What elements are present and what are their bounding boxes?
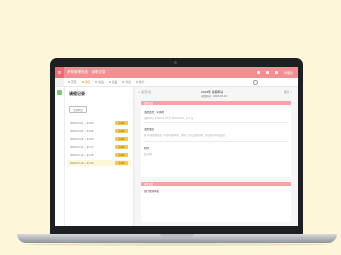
back-link[interactable]: < 返回列表 — [138, 90, 151, 94]
list-item[interactable]: 2018-03-19 ~ 03-20 待审批 — [67, 160, 131, 166]
tab-icon — [81, 81, 84, 83]
tab-icon — [95, 81, 98, 83]
list-item[interactable]: 2018-03-15 ~ 03-16 待审批 — [67, 152, 131, 158]
status-badge: 待审批 — [115, 153, 128, 157]
tab-icon — [136, 81, 139, 83]
user-menu[interactable]: 管理员 — [284, 71, 293, 75]
leave-type-field: 请假类型：年休假 请假时间：2018-03-19 至 2018-03-20，共 … — [144, 110, 193, 120]
nav-bar: 首页 请假 加班 出差 外出 统计 — [55, 78, 298, 87]
field-value: 家中有事需要处理，申请年休假两天，期间工作已交接给同事，紧急事务可电话联系。 — [144, 134, 228, 137]
list-item[interactable]: 2018-03-08 ~ 03-09 待审批 — [67, 136, 131, 142]
app-title: 考勤管理系统 · 请假记录 — [67, 70, 106, 74]
approval-section: 审批流程 部门经理审批 — [141, 182, 291, 222]
nav-tabs: 首页 请假 加班 出差 外出 统计 — [68, 80, 145, 84]
status-badge: 待审批 — [115, 129, 128, 133]
section-header: 审批流程 — [141, 182, 291, 186]
rail-home-icon[interactable] — [57, 90, 62, 95]
field-value: 请假时间：2018-03-19 至 2018-03-20，共 2 天 — [144, 117, 194, 120]
filter-button[interactable]: 全部状态 — [69, 106, 87, 113]
attachment-field: 附件 暂无附件 — [144, 146, 153, 156]
bell-icon[interactable] — [256, 71, 260, 74]
record-date: 2018-03-12 ~ 03-13 — [70, 145, 94, 149]
section-header: 请假信息 — [141, 101, 291, 105]
app-topbar: ≡ 考勤管理系统 · 请假记录 管理员 — [55, 67, 298, 78]
laptop-shadow — [26, 243, 328, 246]
tab-label: 请假 — [84, 80, 91, 84]
record-date: 2018-03-08 ~ 03-09 — [70, 137, 94, 141]
field-label: 部门经理审批 — [144, 190, 160, 193]
status-badge: 待审批 — [115, 145, 128, 149]
tab-icon — [122, 81, 125, 83]
mail-icon[interactable] — [265, 71, 269, 74]
record-date: 2018-03-15 ~ 03-16 — [70, 153, 94, 157]
record-date: 2018-03-05 ~ 03-06 — [70, 129, 94, 133]
list-panel: 请假记录 全部状态 2018-03-01 ~ 03-02 待审批 2018-03-0… — [65, 87, 134, 226]
nav-tab[interactable]: 加班 — [95, 80, 104, 84]
status-badge: 待审批 — [115, 121, 128, 125]
nav-tab[interactable]: 外出 — [122, 80, 131, 84]
divider — [144, 122, 288, 123]
status-badge: 待审批 — [115, 161, 128, 165]
tab-icon — [68, 81, 70, 83]
approval-step: 部门经理审批 — [144, 189, 159, 193]
tab-icon — [108, 81, 111, 83]
list-item[interactable]: 2018-03-05 ~ 03-06 待审批 — [67, 128, 131, 134]
info-section: 请假信息 请假类型：年休假 请假时间：2018-03-19 至 2018-03-… — [141, 101, 291, 177]
topbar-actions: 管理员 — [256, 71, 298, 75]
nav-tab[interactable]: 请假 — [81, 80, 91, 84]
field-value: 暂无附件 — [144, 153, 153, 156]
left-rail — [55, 87, 65, 226]
search-icon[interactable] — [253, 79, 258, 85]
divider — [144, 141, 288, 142]
list-item[interactable]: 2018-03-01 ~ 03-02 待审批 — [67, 120, 131, 126]
laptop-notch — [160, 234, 194, 237]
list-item[interactable]: 2018-03-12 ~ 03-13 待审批 — [67, 144, 131, 150]
status-badge: 待审批 — [115, 137, 128, 141]
detail-panel: < 返回列表 2018年 请假申请 申请时间：2018-03-19 撤销 > 请… — [135, 87, 298, 226]
field-label: 请假类型：年休假 — [144, 111, 165, 114]
record-date: 2018-03-19 ~ 03-20 — [70, 161, 94, 165]
background: ≡ 考勤管理系统 · 请假记录 管理员 首页 请假 加班 出差 外出 统计 请假记录 全部… — [0, 0, 341, 255]
nav-tab[interactable]: 首页 — [68, 80, 77, 84]
settings-icon[interactable] — [274, 71, 278, 74]
list-title: 请假记录 — [69, 91, 85, 96]
tab-label: 统计 — [139, 80, 145, 84]
laptop-base — [17, 234, 337, 243]
laptop-screen: ≡ 考勤管理系统 · 请假记录 管理员 首页 请假 加班 出差 外出 统计 请假记录 全部… — [55, 67, 298, 226]
nav-tab[interactable]: 出差 — [108, 80, 118, 84]
tab-label: 首页 — [71, 80, 77, 84]
field-label: 请假事由 — [144, 128, 155, 131]
tab-label: 外出 — [125, 80, 132, 84]
detail-subtitle: 申请时间：2018-03-19 — [201, 95, 227, 98]
nav-spacer — [55, 78, 64, 86]
tab-label: 出差 — [111, 80, 118, 84]
nav-tab[interactable]: 统计 — [136, 80, 145, 84]
record-date: 2018-03-01 ~ 03-02 — [70, 121, 94, 125]
revoke-button[interactable]: 撤销 > — [284, 90, 292, 94]
tab-label: 加班 — [98, 80, 104, 84]
webcam — [174, 61, 177, 64]
app-logo-icon[interactable]: ≡ — [55, 67, 64, 78]
reason-field: 请假事由 家中有事需要处理，申请年休假两天，期间工作已交接给同事，紧急事务可电话… — [144, 127, 227, 137]
field-label: 附件 — [144, 147, 150, 150]
